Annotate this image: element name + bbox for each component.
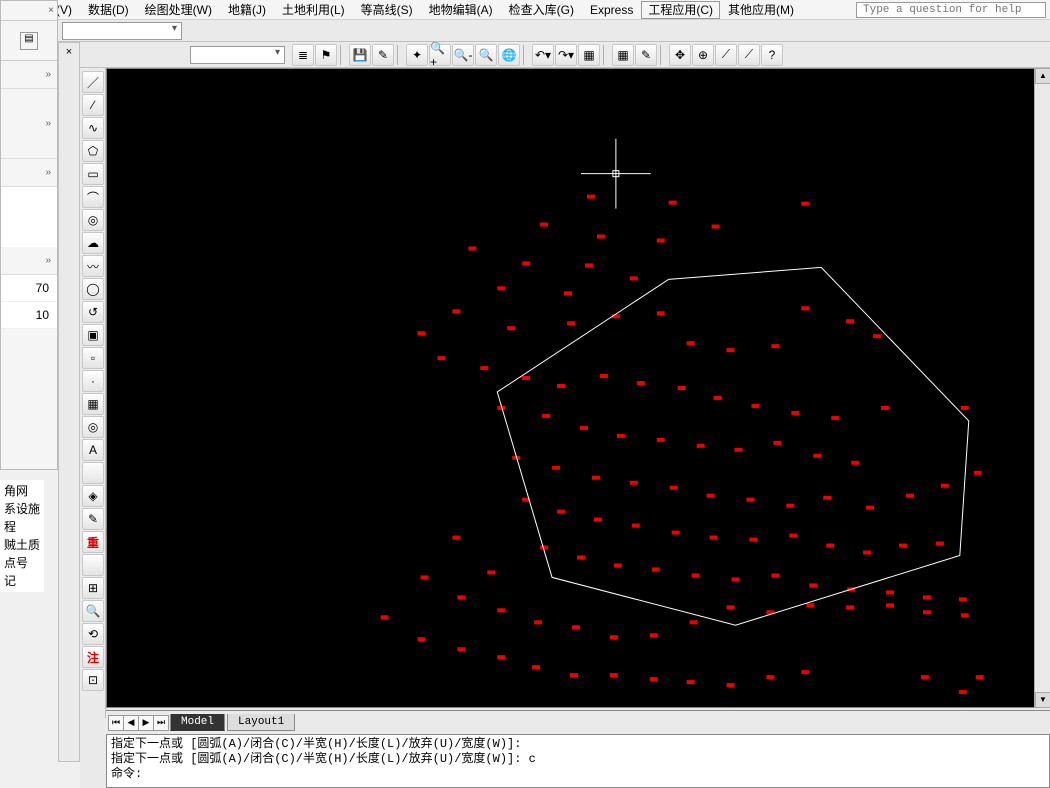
draw-tool-22[interactable]: ⊞ <box>82 577 104 599</box>
draw-tool-3[interactable]: ⬠ <box>82 140 104 162</box>
draw-tool-20[interactable]: 重 <box>82 531 104 553</box>
draw-tool-4[interactable]: ▭ <box>82 163 104 185</box>
toolbar-row-1 <box>0 20 1050 42</box>
tab-model[interactable]: Model <box>170 714 225 731</box>
toolbar-btn-10[interactable]: ↷▾ <box>555 44 577 66</box>
menu-11[interactable]: 其他应用(M) <box>720 1 802 19</box>
linetype-combo[interactable] <box>190 46 285 64</box>
toolbar-btn-0[interactable]: ≣ <box>292 44 314 66</box>
draw-tool-2[interactable]: ∿ <box>82 117 104 139</box>
draw-tool-13[interactable]: · <box>82 370 104 392</box>
close-icon[interactable]: × <box>48 5 54 16</box>
menu-3[interactable]: 绘图处理(W) <box>137 1 220 19</box>
scroll-down-icon[interactable]: ▼ <box>1035 692 1050 708</box>
toolbar-btn-6[interactable]: 🔍- <box>452 44 474 66</box>
scroll-up-icon[interactable]: ▲ <box>1035 68 1050 84</box>
menu-bar: )显示(V)数据(D)绘图处理(W)地籍(J)土地利用(L)等高线(S)地物编辑… <box>0 0 1050 20</box>
draw-tool-10[interactable]: ↺ <box>82 301 104 323</box>
draw-tool-9[interactable]: ◯ <box>82 278 104 300</box>
tab-nav-btn[interactable]: ◀ <box>123 715 139 731</box>
menu-6[interactable]: 等高线(S) <box>353 1 421 19</box>
chevron-down-icon[interactable]: » <box>45 167 51 178</box>
toolbar-btn-2[interactable]: 💾 <box>349 44 371 66</box>
draw-tool-15[interactable]: ◎ <box>82 416 104 438</box>
toolbar-btn-1[interactable]: ⚑ <box>315 44 337 66</box>
draw-tool-19[interactable]: ✎ <box>82 508 104 530</box>
layer-item[interactable]: 角网 <box>4 482 40 500</box>
side-panel: × ▤ » » » » 70 10 <box>0 0 58 470</box>
menu-4[interactable]: 地籍(J) <box>220 1 274 19</box>
toolbar-btn-14[interactable]: ✥ <box>669 44 691 66</box>
menu-5[interactable]: 土地利用(L) <box>274 1 353 19</box>
command-prompt: 命令: <box>111 767 1045 782</box>
layer-item[interactable]: 系设施 <box>4 500 40 518</box>
tab-nav-btn[interactable]: ▶ <box>138 715 154 731</box>
toolbar-btn-11[interactable]: ▦ <box>578 44 600 66</box>
draw-tool-24[interactable]: ⟲ <box>82 623 104 645</box>
command-history-1: 指定下一点或 [圆弧(A)/闭合(C)/半宽(H)/长度(L)/放弃(U)/宽度… <box>111 737 1045 752</box>
draw-tool-14[interactable]: ▦ <box>82 393 104 415</box>
draw-tool-5[interactable]: ⌒ <box>82 186 104 208</box>
panel-value-2: 10 <box>1 302 57 329</box>
menu-8[interactable]: 检查入库(G) <box>501 1 582 19</box>
chevron-down-icon[interactable]: » <box>45 255 51 266</box>
draw-tool-1[interactable]: ∕ <box>82 94 104 116</box>
toolbar-btn-12[interactable]: ▦ <box>612 44 634 66</box>
main-area: ≣⚑💾✎✦🔍+🔍-🔍🌐↶▾↷▾▦▦✎✥⊕⟋⟋? ／∕∿⬠▭⌒◎☁〰◯↺▣▫·▦◎… <box>80 42 1050 788</box>
toolbar-btn-8[interactable]: 🌐 <box>498 44 520 66</box>
draw-tool-26[interactable]: ⊡ <box>82 669 104 691</box>
draw-tool-21[interactable] <box>82 554 104 576</box>
draw-toolbar: ／∕∿⬠▭⌒◎☁〰◯↺▣▫·▦◎A ◈✎重 ⊞🔍⟲注⊡ <box>80 68 106 718</box>
draw-tool-17[interactable] <box>82 462 104 484</box>
draw-tool-11[interactable]: ▣ <box>82 324 104 346</box>
toolbar-btn-13[interactable]: ✎ <box>635 44 657 66</box>
narrow-sidebar: × <box>58 42 80 762</box>
command-line[interactable]: 指定下一点或 [圆弧(A)/闭合(C)/半宽(H)/长度(L)/放弃(U)/宽度… <box>106 734 1050 788</box>
toolbar-2: ≣⚑💾✎✦🔍+🔍-🔍🌐↶▾↷▾▦▦✎✥⊕⟋⟋? <box>80 42 1050 68</box>
panel-value-1: 70 <box>1 275 57 302</box>
layer-item[interactable]: 记 <box>4 572 40 590</box>
tab-nav-btn[interactable]: ⏮ <box>108 715 124 731</box>
panel-btn[interactable]: ▤ <box>20 32 38 50</box>
draw-tool-6[interactable]: ◎ <box>82 209 104 231</box>
menu-10[interactable]: 工程应用(C) <box>641 1 720 19</box>
layer-item[interactable]: 点号 <box>4 554 40 572</box>
draw-tool-18[interactable]: ◈ <box>82 485 104 507</box>
draw-tool-16[interactable]: A <box>82 439 104 461</box>
toolbar-btn-17[interactable]: ⟋ <box>738 44 760 66</box>
menu-7[interactable]: 地物编辑(A) <box>421 1 501 19</box>
layer-combo[interactable] <box>62 22 182 40</box>
chevron-down-icon[interactable]: » <box>45 69 51 80</box>
tab-nav-btn[interactable]: ⏭ <box>153 715 169 731</box>
draw-tool-12[interactable]: ▫ <box>82 347 104 369</box>
command-history-2: 指定下一点或 [圆弧(A)/闭合(C)/半宽(H)/长度(L)/放弃(U)/宽度… <box>111 752 1045 767</box>
menu-2[interactable]: 数据(D) <box>80 1 137 19</box>
toolbar-btn-16[interactable]: ⟋ <box>715 44 737 66</box>
chevron-down-icon[interactable]: » <box>45 118 51 129</box>
toolbar-btn-18[interactable]: ? <box>761 44 783 66</box>
draw-tool-8[interactable]: 〰 <box>82 255 104 277</box>
vertical-scrollbar[interactable]: ▲ ▼ <box>1034 68 1050 708</box>
toolbar-btn-9[interactable]: ↶▾ <box>532 44 554 66</box>
toolbar-btn-4[interactable]: ✦ <box>406 44 428 66</box>
toolbar-btn-5[interactable]: 🔍+ <box>429 44 451 66</box>
drawing-canvas[interactable] <box>106 68 1050 708</box>
layer-item[interactable]: 贼土质 <box>4 536 40 554</box>
toolbar-btn-3[interactable]: ✎ <box>372 44 394 66</box>
tab-bar: ⏮◀▶⏭ ModelLayout1 <box>106 710 1050 734</box>
toolbar-btn-7[interactable]: 🔍 <box>475 44 497 66</box>
draw-tool-25[interactable]: 注 <box>82 646 104 668</box>
draw-tool-7[interactable]: ☁ <box>82 232 104 254</box>
toolbar-btn-15[interactable]: ⊕ <box>692 44 714 66</box>
layer-item[interactable]: 程 <box>4 518 40 536</box>
close-icon[interactable]: × <box>59 43 79 61</box>
tab-layout1[interactable]: Layout1 <box>227 714 295 731</box>
layer-text-list: 角网系设施程贼土质点号记 <box>0 480 44 592</box>
menu-9[interactable]: Express <box>582 1 641 19</box>
draw-tool-23[interactable]: 🔍 <box>82 600 104 622</box>
draw-tool-0[interactable]: ／ <box>82 71 104 93</box>
help-search[interactable] <box>856 2 1046 18</box>
